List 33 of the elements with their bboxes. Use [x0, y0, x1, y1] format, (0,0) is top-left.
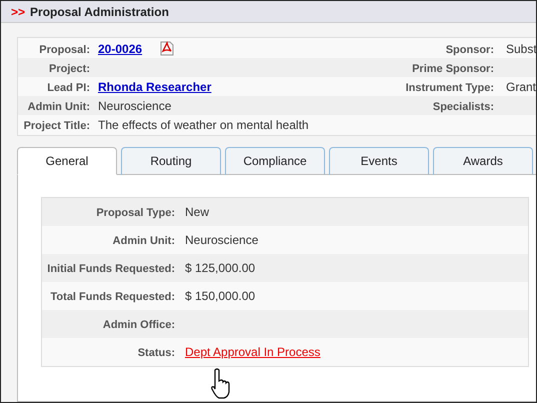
field-label: Specialists: [432, 100, 494, 112]
field-value: Grant [506, 80, 536, 94]
field-value: $ 150,000.00 [185, 288, 256, 305]
field-label: Project: [49, 62, 90, 74]
field-value: Neuroscience [98, 98, 172, 114]
field-label: Admin Office: [102, 319, 175, 331]
field-value: New [185, 204, 210, 221]
field-label: Instrument Type: [406, 82, 494, 94]
field-label: Admin Unit: [28, 100, 90, 112]
tab[interactable]: Routing [121, 147, 221, 175]
page-title: Proposal Administration [30, 4, 169, 20]
tab[interactable]: General [17, 147, 117, 175]
field-value: $ 125,000.00 [185, 260, 256, 277]
tab[interactable]: Compliance [225, 147, 325, 175]
field-label: Admin Unit: [112, 235, 175, 247]
field-label: Proposal: [39, 44, 90, 56]
field-label: Total Funds Requested: [50, 291, 175, 303]
field-label: Status: [138, 347, 175, 359]
field-label: Initial Funds Requested: [47, 263, 175, 275]
value-link[interactable]: Rhonda Researcher [98, 78, 212, 96]
field-label: Prime Sponsor: [412, 62, 494, 74]
pdf-icon[interactable] [160, 41, 174, 56]
field-label: Proposal Type: [96, 207, 175, 219]
header-marker: >> [11, 4, 26, 20]
field-label: Project Title: [24, 120, 90, 132]
tab[interactable]: Awards [433, 147, 533, 175]
value-link[interactable]: 20-0026 [98, 40, 142, 58]
tab[interactable]: Events [329, 147, 429, 175]
field-value: The effects of weather on mental health [98, 116, 309, 134]
field-label: Sponsor: [446, 44, 494, 56]
status-link[interactable]: Dept Approval In Process [185, 343, 320, 361]
field-label: Lead PI: [47, 82, 90, 94]
field-value: Neuroscience [185, 232, 258, 249]
